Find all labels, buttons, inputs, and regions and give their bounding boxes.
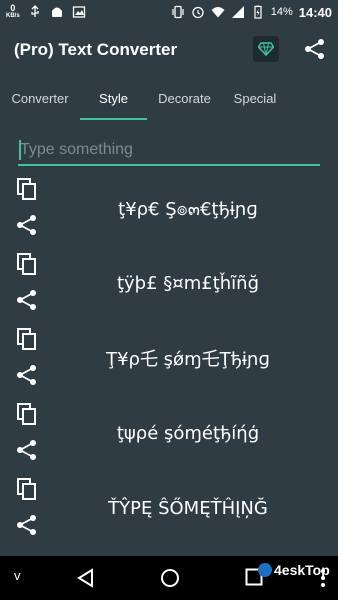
tab-decorate[interactable]: Decorate [147,76,222,120]
clock: 14:40 [298,4,332,20]
styled-text: ţ¥ρ€ Ş๏๓€ţђɨɲɡ [118,198,258,220]
share-icon[interactable] [304,38,326,60]
battery-percent: 14% [270,6,293,18]
share-icon[interactable] [16,289,38,311]
status-bar: 0 KB/s 14% 14:40 [0,0,338,24]
result-row: ţψρé şóɱéţђíήģ [8,403,330,478]
watermark-logo-icon [258,563,272,577]
wifi-icon [211,7,225,18]
android-icon [51,7,62,17]
status-left-group: 0 KB/s [6,4,86,20]
signal-icon [231,6,244,18]
status-right-group: 14% 14:40 [171,5,332,20]
battery-charging-icon [254,5,262,19]
app-title: (Pro) Text Converter [14,40,178,59]
diamond-icon [258,42,274,56]
styled-text: ţψρé şóɱéţђíήģ [116,422,260,444]
text-input-container [18,136,320,166]
alarm-icon [192,6,204,19]
result-row: Ţ¥ρ乇 şǿɱ乇Ţђɨɲɡ [8,328,330,403]
tab-bar: Converter Style Decorate Special [0,76,338,120]
vibrate-icon [172,5,184,19]
pro-button[interactable] [253,36,279,62]
copy-icon[interactable] [16,328,38,350]
copy-icon[interactable] [16,403,38,425]
tab-converter[interactable]: Converter [0,76,80,120]
back-icon[interactable] [76,568,96,588]
share-icon[interactable] [16,439,38,461]
home-icon[interactable] [160,568,180,588]
copy-icon[interactable] [16,178,38,200]
result-row: ţÿϸ£ §¤m£ţȟĩñğ [8,253,330,328]
text-input[interactable] [18,136,320,164]
tab-style[interactable]: Style [80,76,147,120]
app-bar: (Pro) Text Converter [0,24,338,76]
text-cursor [19,140,21,160]
watermark: 4eskTop [258,562,330,578]
share-icon[interactable] [16,364,38,386]
copy-icon[interactable] [16,478,38,500]
result-row: ţ¥ρ€ Ş๏๓€ţђɨɲɡ [8,178,330,253]
network-speed-value: 0 [10,3,16,13]
watermark-text: 4eskTop [274,562,330,578]
tab-special[interactable]: Special [222,76,288,120]
copy-icon[interactable] [16,253,38,275]
share-icon[interactable] [16,214,38,236]
image-icon [72,6,85,18]
styled-text: Ţ¥ρ乇 şǿɱ乇Ţђɨɲɡ [106,349,270,370]
share-icon[interactable] [16,514,38,536]
usb-icon [31,5,39,17]
styled-text: ŤŶPĘ ŜŐMĘŤĤĮŅĞ [108,497,268,519]
network-speed-unit: KB/s [6,13,20,19]
network-speed: 0 KB/s [6,4,20,20]
style-panel: ţ¥ρ€ Ş๏๓€ţђɨɲɡ ţÿϸ£ §¤m£ţȟĩñğ Ţ¥ρ乇 şǿɱ乇Ţ… [8,122,330,552]
styled-text: ţÿϸ£ §¤m£ţȟĩñğ [116,272,260,294]
result-row: ŤŶPĘ ŜŐMĘŤĤĮŅĞ [8,478,330,553]
nav-collapse-label[interactable]: v [14,568,21,583]
